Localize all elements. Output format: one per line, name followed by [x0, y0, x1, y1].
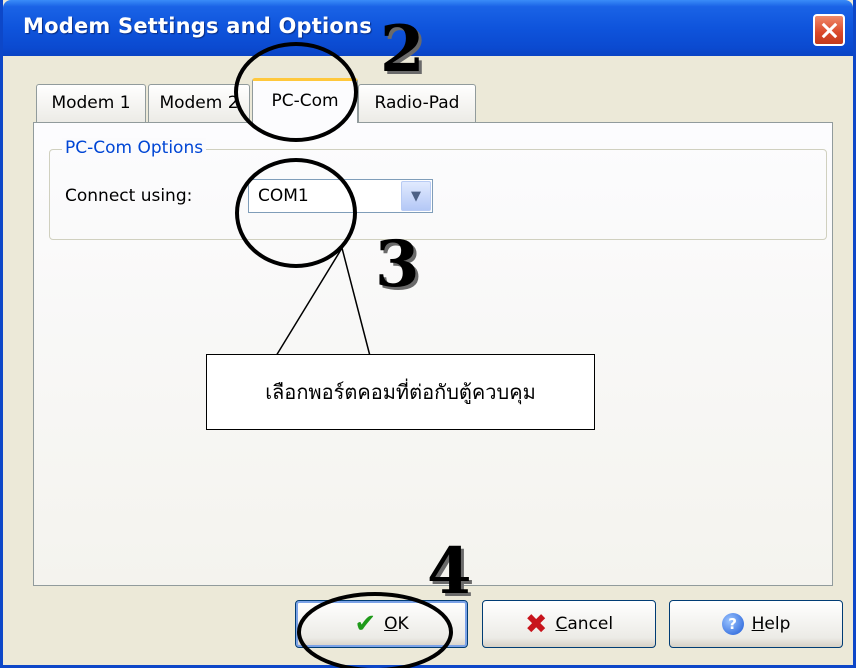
question-icon: ?: [721, 613, 744, 635]
help-label: Help: [751, 614, 791, 634]
tab-pc-com[interactable]: PC-Com: [252, 78, 358, 123]
callout-box: เลือกพอร์ตคอมที่ต่อกับตู้ควบคุม: [206, 354, 595, 430]
ok-label: OK: [384, 614, 409, 634]
pc-com-options-group: PC-Com Options Connect using: COM1 ▼: [49, 138, 827, 240]
title-bar[interactable]: Modem Settings and Options: [3, 0, 853, 56]
tab-radio-pad[interactable]: Radio-Pad: [358, 84, 476, 122]
x-icon: ✖: [524, 608, 548, 640]
connect-using-value: COM1: [258, 186, 309, 206]
connect-using-select[interactable]: COM1 ▼: [248, 179, 433, 213]
step-number-2: 2: [380, 12, 425, 87]
close-button[interactable]: [813, 14, 845, 46]
group-legend: PC-Com Options: [62, 138, 207, 158]
step-number-3: 3: [375, 227, 420, 302]
cancel-label: Cancel: [555, 614, 614, 634]
checkmark-icon: ✔: [354, 609, 377, 639]
connect-using-label: Connect using:: [65, 186, 193, 206]
step-number-4: 4: [427, 534, 472, 609]
tab-modem-1[interactable]: Modem 1: [36, 84, 146, 122]
help-button[interactable]: ? Help: [669, 600, 843, 648]
tab-modem-2[interactable]: Modem 2: [148, 84, 250, 122]
chevron-down-icon[interactable]: ▼: [401, 181, 431, 211]
window-title: Modem Settings and Options: [23, 14, 372, 38]
cancel-button[interactable]: ✖ Cancel: [482, 600, 656, 648]
